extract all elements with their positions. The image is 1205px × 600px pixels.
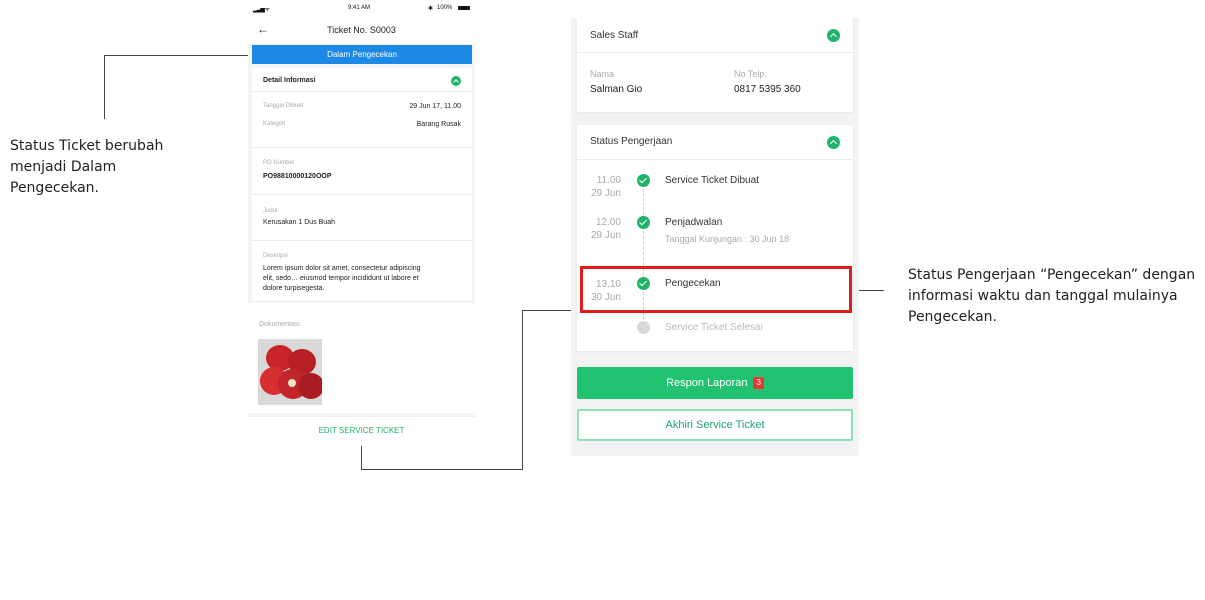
deskripsi-line: Lorem ipsum dolor sit amet, consectetur … xyxy=(263,265,421,272)
check-icon xyxy=(637,216,650,229)
dokumentasi-label: Dokumentasi xyxy=(259,321,300,328)
apple-sticker xyxy=(288,379,296,387)
created-date-label: Tanggal Dibuat xyxy=(263,103,304,109)
deskripsi-line: elit, sedo… eiusmod tempor incididunt ut… xyxy=(263,275,419,282)
po-value: PO98810000120OOP xyxy=(263,173,332,180)
step-time: 12.00 29 Jun xyxy=(581,216,621,242)
timeline-connector xyxy=(643,189,644,215)
category-value: Barang Rusak xyxy=(416,121,461,128)
edit-bar: EDIT SERVICE TICKET xyxy=(248,416,475,436)
collapse-chevron-icon[interactable] xyxy=(827,29,840,42)
signal-icon: ▂▃▅ ᯤ xyxy=(253,7,270,13)
divider xyxy=(252,147,472,148)
connector-mid-h2 xyxy=(522,310,572,311)
judul-label: Judul xyxy=(263,208,278,214)
edit-service-ticket-button[interactable]: EDIT SERVICE TICKET xyxy=(248,426,475,435)
status-bar: ▂▃▅ ᯤ 9:41 AM ✱ 100% xyxy=(248,0,475,17)
step-sublabel: Tanggal Kunjungan : 30 Jun 18 xyxy=(665,234,790,244)
battery-icon xyxy=(458,6,470,10)
created-date-value: 29 Jun 17, 11.00 xyxy=(409,103,461,110)
right-note-line: Status Pengerjaan “Pengecekan” dengan xyxy=(908,267,1196,283)
detail-card: Detail Informasi Tanggal Dibuat 29 Jun 1… xyxy=(252,68,472,300)
status-pengerjaan-card: Status Pengerjaan 11.00 29 Jun Service T… xyxy=(577,125,853,351)
detail-header: Detail Informasi xyxy=(263,77,316,84)
connector-mid-v1 xyxy=(361,446,362,470)
highlight-box xyxy=(580,266,852,313)
right-annotation: Status Pengerjaan “Pengecekan” dengan in… xyxy=(908,265,1198,328)
connector-left-h xyxy=(104,55,252,56)
left-note-line: Status Ticket berubah xyxy=(10,138,164,154)
nav-bar: ← Ticket No. S0003 xyxy=(248,17,475,44)
po-label: PO Number xyxy=(263,160,295,166)
connector-left-v xyxy=(104,55,105,119)
nama-value: Salman Gio xyxy=(590,84,643,95)
deskripsi-value: Lorem ipsum dolor sit amet, consectetur … xyxy=(263,264,468,294)
left-note-line: Pengecekan. xyxy=(10,180,100,196)
no-telp-label: No Telp. xyxy=(734,69,767,79)
clock-text: 9:41 AM xyxy=(348,5,371,11)
no-telp-value: 0817 5395 360 xyxy=(734,84,801,95)
battery-text: 100% xyxy=(437,5,453,11)
step-label: Service Ticket Selesai xyxy=(665,322,763,333)
step-time-hour: 11.00 xyxy=(596,175,621,186)
collapse-chevron-icon[interactable] xyxy=(451,76,461,86)
divider xyxy=(577,52,853,53)
step-time-hour: 12.00 xyxy=(595,217,621,228)
judul-value: Kerusakan 1 Dus Buah xyxy=(263,219,335,226)
step-time-date: 29 Jun xyxy=(590,230,621,241)
sales-staff-header: Sales Staff xyxy=(590,30,639,41)
page-title: Ticket No. S0003 xyxy=(327,25,396,35)
respon-laporan-label: Respon Laporan xyxy=(666,377,748,389)
step-label: Penjadwalan xyxy=(665,217,723,228)
step-label: Service Ticket Dibuat xyxy=(665,175,759,186)
apple-photo[interactable] xyxy=(258,339,322,405)
status-banner: Dalam Pengecekan xyxy=(252,45,472,64)
status-pengerjaan-header: Status Pengerjaan xyxy=(590,136,673,147)
divider xyxy=(252,240,472,241)
connector-mid-h1 xyxy=(361,469,523,470)
deskripsi-label: Deskripsi xyxy=(263,253,288,259)
step-time: 11.00 29 Jun xyxy=(581,174,621,200)
step-time-date: 29 Jun xyxy=(590,188,621,199)
collapse-chevron-icon[interactable] xyxy=(827,136,840,149)
akhiri-service-ticket-button[interactable]: Akhiri Service Ticket xyxy=(577,409,853,441)
respon-laporan-button[interactable]: Respon Laporan 3 xyxy=(577,367,853,399)
pending-dot-icon xyxy=(637,321,650,334)
check-icon xyxy=(637,174,650,187)
dokumentasi-card: Dokumentasi xyxy=(248,303,475,413)
phone-screen: ▂▃▅ ᯤ 9:41 AM ✱ 100% ← Ticket No. S0003 … xyxy=(248,0,475,436)
deskripsi-line: dolore turpisegesta. xyxy=(263,285,325,292)
left-annotation: Status Ticket berubah menjadi Dalam Peng… xyxy=(10,136,190,199)
divider xyxy=(252,91,472,92)
apple-shape xyxy=(298,373,322,399)
notification-badge: 3 xyxy=(753,377,764,389)
bluetooth-icon: ✱ xyxy=(428,6,434,12)
category-label: Kategori xyxy=(263,121,286,127)
connector-mid-v2 xyxy=(522,310,523,470)
divider xyxy=(252,194,472,195)
right-note-line: Pengecekan. xyxy=(908,309,998,325)
left-note-line: menjadi Dalam xyxy=(10,159,117,175)
nama-label: Nama xyxy=(590,69,615,79)
right-note-line: informasi waktu dan tanggal mulainya xyxy=(908,288,1178,304)
sales-staff-card: Sales Staff Nama Salman Gio No Telp. 081… xyxy=(577,18,853,112)
divider xyxy=(577,159,853,160)
